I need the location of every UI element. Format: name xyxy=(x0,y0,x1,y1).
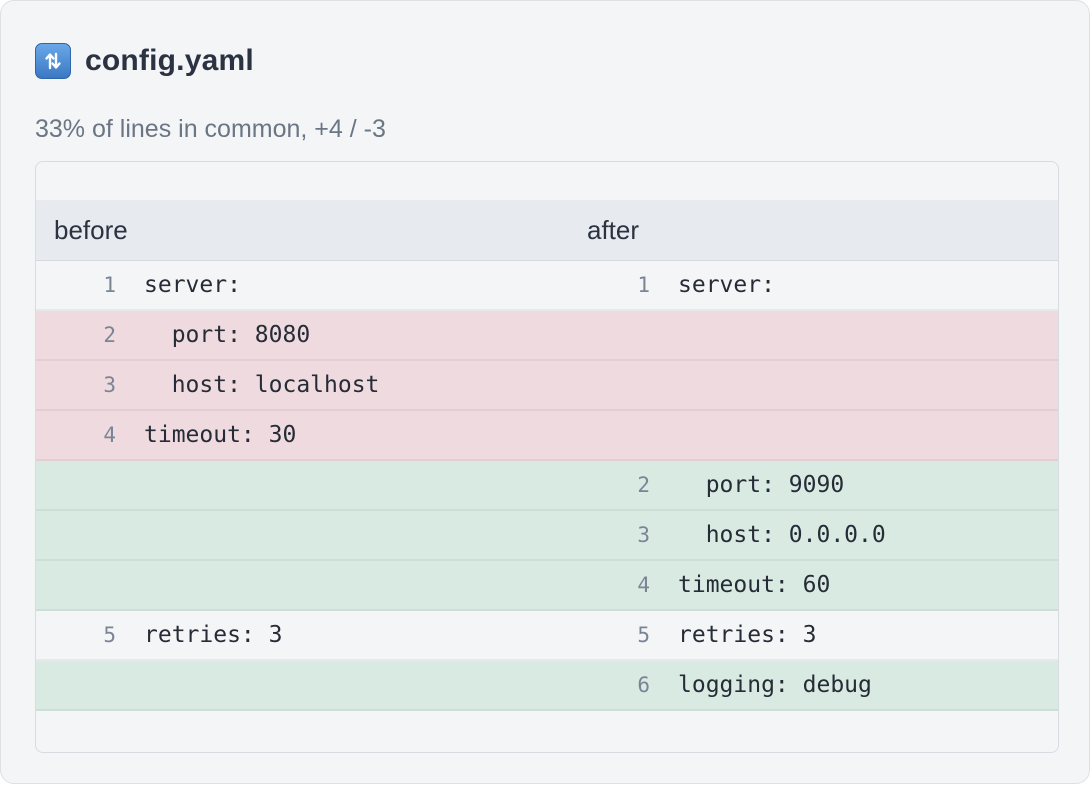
right-code: host: 0.0.0.0 xyxy=(678,522,886,548)
diff-table[interactable]: before after 1 server: 1 server: 2 port:… xyxy=(35,161,1059,753)
diff-row: 2 port: 9090 xyxy=(36,461,1058,511)
diff-row: 4 timeout: 30 xyxy=(36,411,1058,461)
right-code: port: 9090 xyxy=(678,472,845,498)
right-line-number: 4 xyxy=(637,573,650,597)
file-header: config.yaml xyxy=(35,43,254,79)
right-line-number: 5 xyxy=(637,623,650,647)
column-header: before after xyxy=(36,200,1058,261)
column-after-label: after xyxy=(587,215,640,245)
swap-arrows-icon xyxy=(35,43,71,79)
left-line-number: 1 xyxy=(103,273,116,297)
diff-row: 2 port: 8080 xyxy=(36,311,1058,361)
right-line-number: 6 xyxy=(637,673,650,697)
diff-row: 1 server: 1 server: xyxy=(36,261,1058,311)
right-code: timeout: 60 xyxy=(678,572,831,598)
diff-row: 4 timeout: 60 xyxy=(36,561,1058,611)
diff-row: 3 host: localhost xyxy=(36,361,1058,411)
swap-arrows-icon-glyph xyxy=(45,52,61,70)
right-line-number: 1 xyxy=(637,273,650,297)
right-line-number: 3 xyxy=(637,523,650,547)
left-code: port: 8080 xyxy=(144,322,311,348)
left-line-number: 5 xyxy=(103,623,116,647)
diff-row: 3 host: 0.0.0.0 xyxy=(36,511,1058,561)
left-code: retries: 3 xyxy=(144,622,283,648)
diff-summary: 33% of lines in common, +4 / -3 xyxy=(35,115,386,143)
left-code: server: xyxy=(144,272,241,298)
left-line-number: 2 xyxy=(103,323,116,347)
right-code: server: xyxy=(678,272,775,298)
left-code: timeout: 30 xyxy=(144,422,297,448)
left-line-number: 3 xyxy=(103,373,116,397)
right-code: logging: debug xyxy=(678,672,872,698)
right-line-number: 2 xyxy=(637,473,650,497)
diff-row: 5 retries: 3 5 retries: 3 xyxy=(36,611,1058,661)
diff-card: config.yaml 33% of lines in common, +4 /… xyxy=(0,0,1090,784)
left-code: host: localhost xyxy=(144,372,380,398)
diff-rows: 1 server: 1 server: 2 port: 8080 3 host:… xyxy=(36,261,1058,711)
right-code: retries: 3 xyxy=(678,622,817,648)
diff-row: 6 logging: debug xyxy=(36,661,1058,711)
file-name: config.yaml xyxy=(85,44,254,77)
left-line-number: 4 xyxy=(103,423,116,447)
column-before-label: before xyxy=(54,215,128,245)
